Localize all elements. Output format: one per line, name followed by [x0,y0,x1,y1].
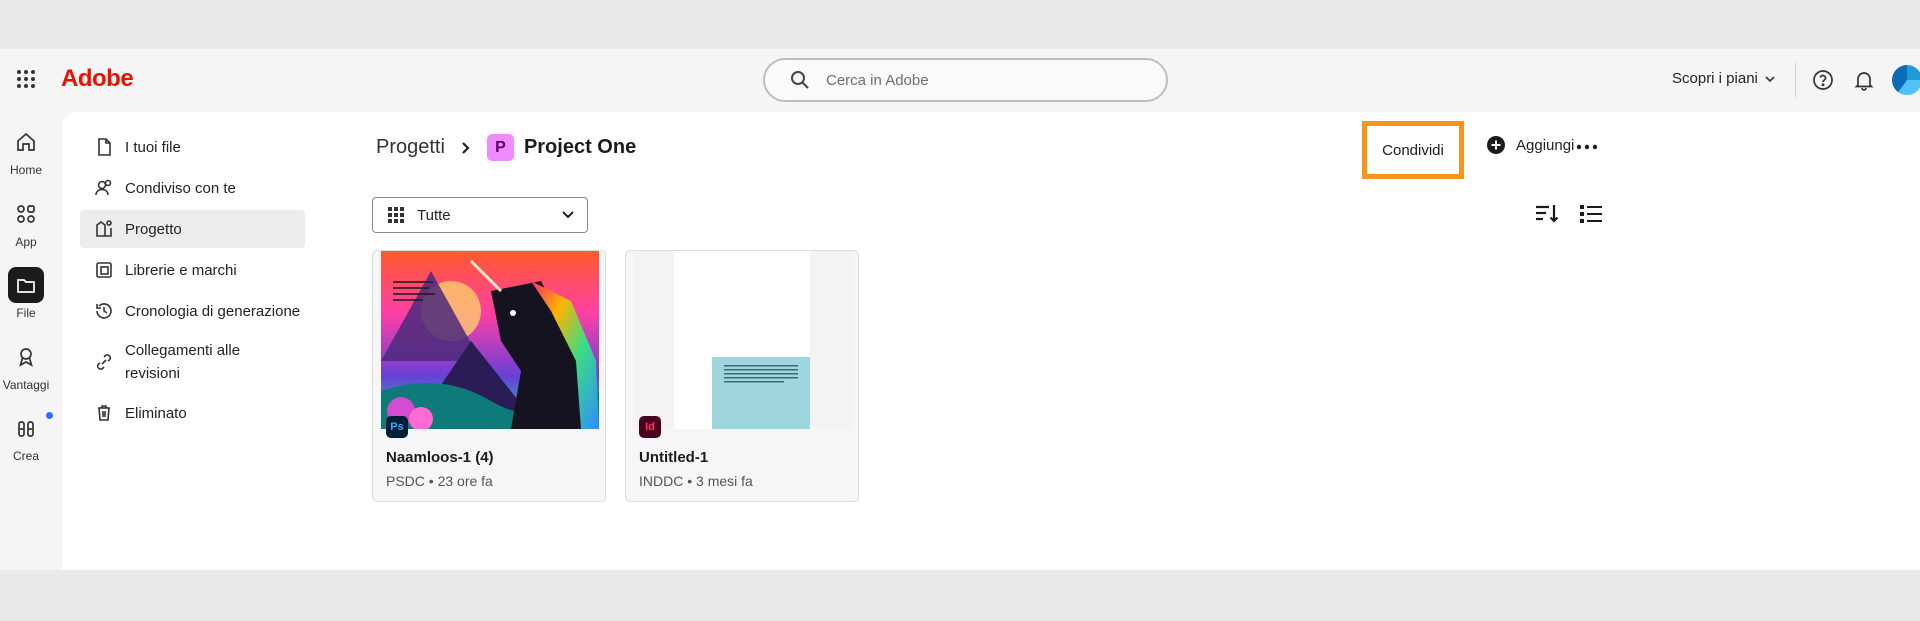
subnav-label: Eliminato [125,404,187,422]
subnav-item-deleted[interactable]: Eliminato [80,394,305,432]
file-meta: INDDC • 3 mesi fa [639,473,753,489]
folder-icon [17,279,35,293]
photoshop-icon: Ps [386,416,408,438]
filter-value: Tutte [417,206,451,224]
add-button[interactable]: Aggiungi [1486,135,1574,155]
left-rail: Home App File Vantaggi Crea [0,112,53,570]
filter-dropdown[interactable]: Tutte [372,197,588,233]
subnav-item-history[interactable]: Cronologia di generazione [80,292,305,330]
chevron-down-icon [562,211,574,219]
file-icon [98,138,111,156]
subnav-item-libraries[interactable]: Librerie e marchi [80,251,305,289]
file-name: Naamloos-1 (4) [386,449,494,466]
project-badge: P [486,134,514,161]
list-view-icon[interactable] [1578,202,1604,226]
rail-label: App [15,235,37,249]
subnav-label: Librerie e marchi [125,261,237,279]
link-icon [96,354,112,370]
add-icon [1487,136,1505,154]
search-box[interactable] [763,58,1168,102]
rail-label: Home [9,163,42,177]
divider [1795,63,1796,97]
rail-item-app[interactable]: App [0,196,52,249]
file-name: Untitled-1 [639,449,709,466]
plans-label: Scopri i piani [1672,70,1758,87]
rail-item-vantaggi[interactable]: Vantaggi [0,339,52,392]
top-bar: Adobe Scopri i piani [0,49,1920,112]
app-switcher-icon[interactable] [16,69,36,89]
rail-label: Crea [12,449,39,463]
adobe-logo[interactable]: Adobe [61,65,134,93]
apps-icon [17,205,35,223]
rail-label: File [16,306,36,320]
search-input[interactable] [826,71,1126,89]
file-thumbnail [381,251,599,429]
more-options-icon[interactable] [1574,134,1600,160]
subnav-label: Condiviso con te [125,179,236,197]
grid-icon [388,207,404,223]
main-panel: I tuoi file Condiviso con te Progetto Li… [62,112,1920,570]
history-icon [96,303,112,319]
secondary-nav: I tuoi file Condiviso con te Progetto Li… [80,128,305,435]
home-icon [17,132,35,151]
plans-menu[interactable]: Scopri i piani [1672,70,1776,87]
app-window: Adobe Scopri i piani Home App [0,49,1920,570]
project-icon [96,220,112,237]
people-icon [95,179,112,196]
library-icon [96,262,112,278]
chevron-down-icon [1765,75,1775,82]
search-icon [791,71,809,89]
file-meta: PSDC • 23 ore fa [386,473,493,489]
share-button[interactable]: Condividi [1362,121,1464,179]
breadcrumb: Progetti P Project One [376,134,636,161]
subnav-label: Collegamenti alle revisioni [125,342,241,382]
subnav-label: Cronologia di generazione [125,302,301,320]
subnav-item-your-files[interactable]: I tuoi file [80,128,305,166]
page-title: Project One [523,136,637,158]
rail-label: Vantaggi [2,378,50,392]
file-card[interactable]: Id Untitled-1 INDDC • 3 mesi fa [625,250,859,502]
subnav-label: I tuoi file [125,138,181,156]
subnav-item-shared[interactable]: Condiviso con te [80,169,305,207]
create-icon [18,421,34,437]
add-label: Aggiungi [1516,136,1575,154]
award-icon [19,348,33,367]
avatar[interactable] [1892,65,1920,95]
rail-item-crea[interactable]: Crea [0,410,53,463]
breadcrumb-parent[interactable]: Progetti [376,136,445,159]
subnav-item-project[interactable]: Progetto [80,210,305,248]
sort-icon[interactable] [1534,202,1560,226]
file-thumbnail [634,251,852,429]
rail-item-home[interactable]: Home [0,124,52,177]
file-card[interactable]: Ps Naamloos-1 (4) PSDC • 23 ore fa [372,250,606,502]
trash-icon [98,405,110,421]
rail-item-file[interactable]: File [0,267,52,320]
subnav-label: Progetto [125,220,182,238]
subnav-item-review-links[interactable]: Collegamenti alle revisioni [80,333,305,391]
bell-icon[interactable] [1853,69,1875,91]
indesign-icon: Id [639,416,661,438]
help-icon[interactable] [1812,69,1834,91]
notification-dot [46,412,53,419]
chevron-right-icon [462,141,470,154]
